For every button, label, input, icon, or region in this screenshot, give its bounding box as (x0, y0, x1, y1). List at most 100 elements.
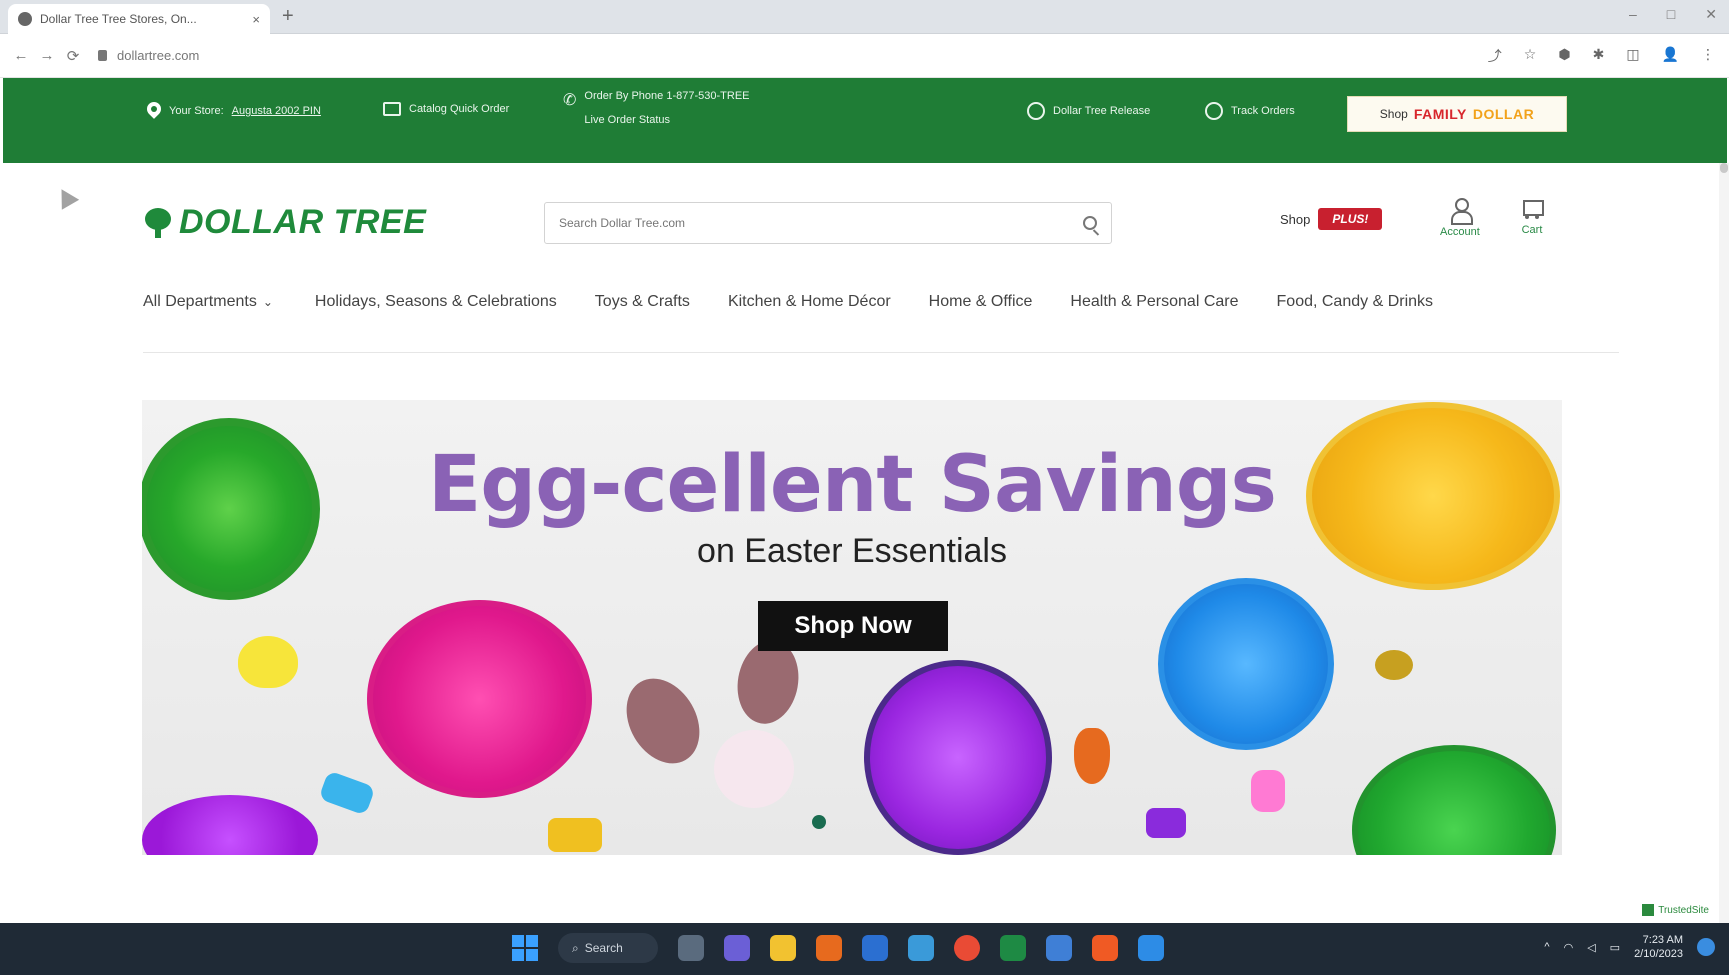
browser-tab[interactable]: Dollar Tree Tree Stores, On... × (8, 4, 270, 34)
search-input[interactable] (559, 216, 1083, 230)
trusted-check-icon (1642, 904, 1655, 916)
nav-all-departments-label: All Departments (143, 293, 257, 310)
account-person-icon (1449, 198, 1473, 225)
track-orders-link[interactable]: Track Orders (1205, 102, 1295, 120)
store-name-link[interactable]: Augusta 2002 PIN (232, 105, 321, 117)
nav-toys-crafts[interactable]: Toys & Crafts (595, 293, 690, 311)
hero-banner[interactable]: Egg-cellent Savings on Easter Essentials… (142, 400, 1562, 855)
bunny-plush-image (714, 730, 794, 808)
location-pin-icon (147, 102, 161, 120)
carousel-dot[interactable] (812, 815, 826, 829)
task-view-icon[interactable] (678, 935, 704, 961)
trustedsite-badge[interactable]: TrustedSite (1642, 904, 1709, 916)
nav-divider (143, 352, 1619, 353)
account-button[interactable]: Account (1440, 198, 1480, 238)
edge-icon[interactable] (862, 935, 888, 961)
family-dollar-logo-word2: DOLLAR (1472, 106, 1535, 122)
shop-plus-link[interactable]: Shop PLUS! (1280, 208, 1383, 230)
zoom-icon[interactable] (1138, 935, 1164, 961)
tab-title: Dollar Tree Tree Stores, On... (40, 12, 197, 26)
tree-logo-icon (143, 207, 173, 238)
windows-start-icon[interactable] (512, 935, 538, 961)
nav-holidays-seasons[interactable]: Holidays, Seasons & Celebrations (315, 293, 557, 311)
clock-date: 2/10/2023 (1634, 948, 1683, 960)
search-box (544, 202, 1112, 244)
store-icon[interactable] (908, 935, 934, 961)
tray-chevron-icon[interactable]: ^ (1544, 941, 1549, 953)
tab-close-icon[interactable]: × (252, 12, 260, 27)
search-icon[interactable] (1083, 216, 1097, 230)
taskbar-apps: ⌕ Search (512, 933, 1164, 963)
lock-icon (98, 50, 107, 61)
firefox-icon[interactable] (816, 935, 842, 961)
nav-home-office[interactable]: Home & Office (929, 293, 1033, 311)
volume-icon[interactable]: ◁ (1587, 941, 1595, 954)
maximize-button[interactable]: □ (1667, 6, 1675, 23)
tab-favicon-icon (18, 12, 32, 26)
catalog-quick-order-link[interactable]: Catalog Quick Order (383, 102, 509, 116)
calculator-icon[interactable] (1046, 935, 1072, 961)
order-phone-text: Order By Phone 1-877-530-TREE (584, 90, 750, 102)
release-label: Dollar Tree Release (1053, 105, 1151, 117)
notification-icon[interactable] (1697, 938, 1715, 956)
file-explorer-icon[interactable] (770, 935, 796, 961)
family-dollar-logo-word1: FAMILY (1413, 106, 1467, 122)
store-selector[interactable]: Your Store: Augusta 2002 PIN (147, 102, 321, 120)
puzzle-extensions-icon[interactable]: ✱ (1593, 46, 1605, 66)
excel-icon[interactable] (1000, 935, 1026, 961)
minimize-button[interactable]: – (1629, 6, 1637, 23)
gold-candy-image (548, 818, 602, 852)
page-scrollbar[interactable] (1719, 163, 1729, 923)
track-orders-label: Track Orders (1231, 105, 1295, 117)
shop-now-button[interactable]: Shop Now (758, 601, 948, 651)
utility-bar: Your Store: Augusta 2002 PIN Catalog Qui… (3, 78, 1727, 163)
taskbar-search[interactable]: ⌕ Search (558, 933, 658, 963)
profile-icon[interactable]: 👤 (1662, 46, 1679, 66)
wifi-icon[interactable]: ◠ (1564, 941, 1574, 954)
share-icon[interactable]: ⤴ (1488, 46, 1502, 66)
nav-kitchen-home-decor[interactable]: Kitchen & Home Décor (728, 293, 891, 311)
live-order-status-link[interactable]: Live Order Status (584, 114, 749, 126)
chrome-icon[interactable] (954, 935, 980, 961)
phone-icon: ✆ (563, 92, 577, 109)
system-tray: ^ ◠ ◁ ▭ 7:23 AM 2/10/2023 (1544, 933, 1715, 961)
carrot-candy-image (1074, 728, 1110, 784)
back-button[interactable]: ← (8, 47, 34, 64)
release-link[interactable]: Dollar Tree Release (1027, 102, 1150, 120)
scrollbar-thumb[interactable] (1720, 163, 1728, 173)
close-window-button[interactable]: ✕ (1705, 6, 1717, 23)
shop-family-dollar-button[interactable]: Shop FAMILY DOLLAR (1347, 96, 1567, 132)
reload-button[interactable]: ⟳ (60, 47, 86, 65)
brave-icon[interactable] (1092, 935, 1118, 961)
gold-egg-image (1375, 650, 1413, 680)
plus-badge: PLUS! (1318, 208, 1383, 230)
order-by-phone[interactable]: ✆ Order By Phone 1-877-530-TREE Live Ord… (563, 90, 750, 126)
taskbar-clock[interactable]: 7:23 AM 2/10/2023 (1634, 933, 1683, 961)
nav-all-departments[interactable]: All Departments ⌄ (143, 293, 273, 311)
os-taskbar: ⌕ Search ^ ◠ ◁ ▭ 7:23 AM 2/10/2023 (0, 923, 1729, 975)
dollar-tree-logo[interactable]: DOLLAR TREE (143, 203, 426, 242)
extension-icon[interactable]: ⬢ (1558, 46, 1570, 66)
url-field[interactable]: dollartree.com (98, 48, 1398, 63)
cart-label: Cart (1521, 224, 1543, 236)
nav-health-personal-care[interactable]: Health & Personal Care (1070, 293, 1238, 311)
logo-text: DOLLAR TREE (179, 203, 427, 241)
forward-button[interactable]: → (34, 47, 60, 64)
store-label: Your Store: (169, 105, 224, 117)
taskbar-search-icon: ⌕ (572, 940, 579, 955)
nav-food-candy-drinks[interactable]: Food, Candy & Drinks (1277, 293, 1434, 311)
side-panel-icon[interactable]: ◫ (1626, 46, 1639, 66)
new-tab-button[interactable]: + (282, 5, 294, 28)
catalog-label: Catalog Quick Order (409, 103, 510, 115)
pink-easter-basket-image (367, 600, 592, 798)
browser-tab-bar: Dollar Tree Tree Stores, On... × + – □ ✕ (0, 0, 1729, 34)
menu-kebab-icon[interactable]: ⋮ (1701, 46, 1715, 66)
track-order-icon (1205, 102, 1223, 120)
cart-button[interactable]: Cart (1520, 198, 1544, 236)
bookmark-star-icon[interactable]: ☆ (1524, 46, 1537, 66)
teams-chat-icon[interactable] (724, 935, 750, 961)
battery-icon[interactable]: ▭ (1610, 941, 1620, 954)
window-controls: – □ ✕ (1629, 6, 1717, 23)
hero-title: Egg-cellent Savings (428, 440, 1277, 530)
trusted-label: TrustedSite (1658, 904, 1709, 916)
